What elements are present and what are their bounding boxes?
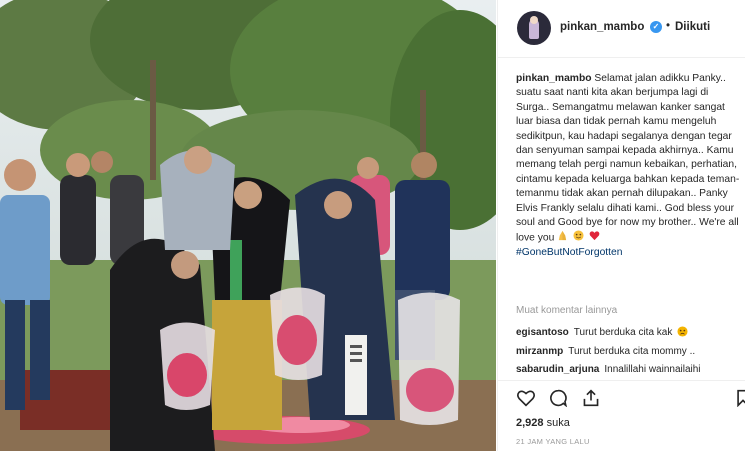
follow-status-button[interactable]: Diikuti: [675, 21, 710, 33]
comment-username[interactable]: sabarudin_arjuna: [516, 364, 599, 375]
likes-count[interactable]: 2,928 suka: [516, 417, 570, 429]
header-username[interactable]: pinkan_mambo: [560, 21, 644, 33]
sad-face-emoji: [677, 326, 688, 337]
comment-text: Turut berduka cita mommy ..: [568, 346, 696, 357]
comment-username[interactable]: mirzanmp: [516, 346, 563, 357]
caption-username[interactable]: pinkan_mambo: [516, 73, 592, 84]
post-actions: 2,928 suka 21 JAM YANG LALU: [498, 380, 745, 451]
comment-text: Turut berduka cita kak: [573, 327, 673, 338]
load-more-comments-link[interactable]: Muat komentar lainnya: [516, 305, 617, 316]
red-heart-emoji: [589, 231, 600, 241]
post-caption: pinkan_mambo Selamat jalan adikku Panky.…: [516, 72, 740, 261]
comment-icon[interactable]: [548, 389, 568, 407]
avatar[interactable]: [517, 11, 551, 45]
post-header: pinkan_mambo ✓ • Diikuti: [498, 0, 745, 58]
verified-badge-icon: ✓: [650, 21, 662, 33]
caption-text: Selamat jalan adikku Panky.. suatu saat …: [516, 73, 740, 244]
comment: sabarudin_arjuna Innalillahi wainnailaihi: [516, 364, 742, 375]
hashtag-link[interactable]: #GoneButNotForgotten: [516, 246, 740, 260]
post-timestamp: 21 JAM YANG LALU: [516, 437, 590, 446]
folded-hands-emoji: [559, 231, 567, 241]
bookmark-icon[interactable]: [736, 389, 745, 407]
heart-icon[interactable]: [516, 389, 536, 407]
separator-dot: •: [666, 20, 671, 32]
smiling-face-emoji: [573, 230, 584, 242]
funeral-photo-illustration: [0, 0, 496, 451]
comment: egisantoso Turut berduka cita kak: [516, 326, 742, 338]
comment: mirzanmp Turut berduka cita mommy ..: [516, 346, 742, 357]
comment-username[interactable]: egisantoso: [516, 327, 569, 338]
share-icon[interactable]: [582, 389, 600, 407]
caption-emojis: [557, 230, 602, 245]
comment-text: Innalillahi wainnailaihi: [604, 364, 701, 375]
post-photo[interactable]: [0, 0, 496, 451]
post-side-panel: pinkan_mambo ✓ • Diikuti pinkan_mambo Se…: [497, 0, 745, 451]
